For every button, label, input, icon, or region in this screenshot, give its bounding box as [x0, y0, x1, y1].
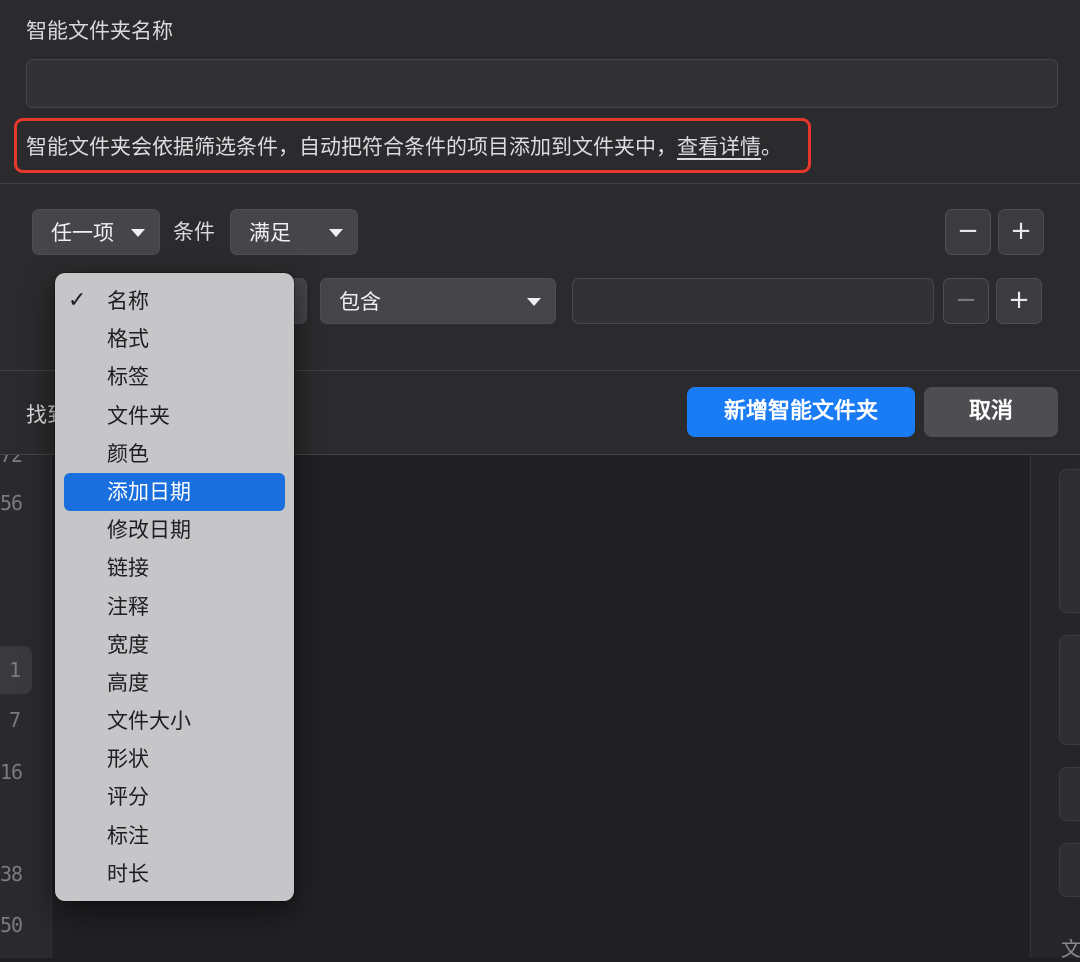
plus-icon: + — [1008, 285, 1030, 315]
menu-item-label: 宽度 — [107, 632, 149, 657]
remove-rule-button[interactable]: − — [943, 278, 989, 324]
conditions-label: 条件 — [173, 220, 215, 244]
field-dropdown-menu: ✓ 名称 格式 标签 文件夹 颜色 添加日期 修改日期 链接 注释 宽度 高度 … — [55, 273, 294, 901]
add-group-button[interactable]: + — [998, 209, 1044, 255]
line-number: 16 — [0, 760, 23, 784]
menu-item-width[interactable]: 宽度 — [64, 626, 285, 664]
cancel-button[interactable]: 取消 — [924, 387, 1058, 437]
menu-item-label: 评分 — [107, 785, 149, 810]
match-mode-value: 任一项 — [51, 221, 114, 245]
menu-item-shape[interactable]: 形状 — [64, 740, 285, 778]
menu-item-label: 名称 — [107, 289, 149, 313]
help-text-body: 智能文件夹会依据筛选条件，自动把符合条件的项目添加到文件夹中， — [26, 135, 677, 159]
line-number: 50 — [0, 913, 23, 937]
menu-item-label: 标注 — [107, 823, 149, 848]
inspector-card[interactable] — [1059, 635, 1080, 745]
menu-item-label: 标签 — [107, 365, 149, 390]
menu-item-date-modified[interactable]: 修改日期 — [64, 511, 285, 549]
menu-item-label: 颜色 — [107, 441, 149, 466]
inspector-card[interactable] — [1059, 469, 1080, 613]
menu-item-height[interactable]: 高度 — [64, 664, 285, 702]
match-mode-popup[interactable]: 任一项 — [32, 209, 160, 255]
minus-icon: − — [955, 285, 977, 315]
menu-item-label: 高度 — [107, 670, 149, 695]
menu-item-file-size[interactable]: 文件大小 — [64, 702, 285, 740]
view-details-link[interactable]: 查看详情 — [677, 135, 761, 159]
menu-item-folder[interactable]: 文件夹 — [64, 397, 285, 435]
menu-item-label: 修改日期 — [107, 518, 191, 543]
inspector-card[interactable] — [1059, 767, 1080, 821]
menu-item-label: 注释 — [107, 594, 149, 619]
menu-item-label: 添加日期 — [107, 479, 191, 504]
line-number-active[interactable]: 1 — [0, 646, 32, 694]
line-number: 56 — [0, 491, 23, 515]
line-number: 38 — [0, 862, 23, 886]
folder-name-section: 智能文件夹名称 智能文件夹会依据筛选条件，自动把符合条件的项目添加到文件夹中，查… — [0, 0, 1080, 184]
satisfy-value: 满足 — [249, 221, 291, 245]
add-rule-button[interactable]: + — [996, 278, 1042, 324]
line-number: 7 — [8, 708, 21, 732]
menu-item-date-added[interactable]: 添加日期 — [64, 472, 285, 512]
rule-operator-value: 包含 — [339, 290, 381, 314]
menu-item-label: 链接 — [107, 556, 149, 581]
minus-icon: − — [957, 216, 979, 246]
line-number-gutter: 72 56 1 7 16 38 50 — [0, 443, 52, 958]
chevron-down-icon — [329, 229, 343, 237]
folder-name-label: 智能文件夹名称 — [26, 19, 173, 43]
chevron-down-icon — [527, 298, 541, 306]
create-smart-folder-button[interactable]: 新增智能文件夹 — [687, 387, 915, 437]
menu-item-color[interactable]: 颜色 — [64, 435, 285, 473]
rule-value-input[interactable] — [572, 278, 934, 324]
menu-item-annotation[interactable]: 标注 — [64, 817, 285, 855]
menu-item-label: 格式 — [107, 327, 149, 352]
menu-item-label: 文件夹 — [107, 403, 170, 428]
menu-item-label: 文件大小 — [107, 709, 191, 734]
menu-item-link[interactable]: 链接 — [64, 549, 285, 587]
plus-icon: + — [1010, 216, 1032, 246]
menu-item-duration[interactable]: 时长 — [64, 855, 285, 893]
menu-item-label: 形状 — [107, 747, 149, 772]
menu-item-format[interactable]: 格式 — [64, 320, 285, 358]
help-text: 智能文件夹会依据筛选条件，自动把符合条件的项目添加到文件夹中，查看详情。 — [26, 131, 782, 161]
inspector-card[interactable] — [1059, 843, 1080, 897]
help-text-suffix: 。 — [761, 135, 782, 159]
satisfy-popup[interactable]: 满足 — [230, 209, 358, 255]
menu-item-notes[interactable]: 注释 — [64, 588, 285, 626]
menu-item-label: 时长 — [107, 861, 149, 886]
remove-group-button[interactable]: − — [945, 209, 991, 255]
menu-item-name[interactable]: ✓ 名称 — [64, 282, 285, 320]
chevron-down-icon — [131, 229, 145, 237]
right-inspector-panel: 文 — [1030, 455, 1080, 961]
rule-operator-popup[interactable]: 包含 — [320, 278, 556, 324]
checkmark-icon: ✓ — [68, 288, 87, 313]
folder-name-input[interactable] — [26, 59, 1058, 108]
menu-item-tags[interactable]: 标签 — [64, 358, 285, 396]
menu-item-rating[interactable]: 评分 — [64, 778, 285, 816]
